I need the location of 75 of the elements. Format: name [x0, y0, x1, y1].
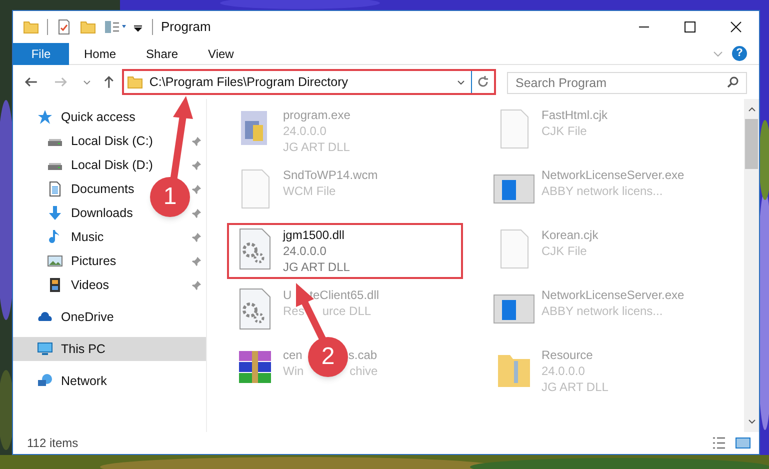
- pin-icon[interactable]: [191, 136, 202, 146]
- file-detail: urce DLL: [322, 303, 372, 319]
- file-detail: 24.0.0.0: [283, 243, 326, 259]
- file-name: NetworkLicenseServer.exe: [542, 287, 684, 303]
- star-icon: [37, 109, 53, 125]
- details-view-icon[interactable]: [711, 435, 727, 451]
- new-folder-icon: [80, 19, 96, 35]
- scrollbar-thumb[interactable]: [745, 119, 758, 169]
- sidebar-item[interactable]: Quick access: [37, 108, 136, 126]
- file-name: U: [283, 287, 292, 303]
- pin-icon[interactable]: [191, 232, 202, 242]
- pin-icon[interactable]: [191, 208, 202, 218]
- file-detail: 24.0.0.0: [283, 123, 326, 139]
- search-field[interactable]: Search Program: [506, 72, 747, 94]
- file-name: FastHtml.cjk: [542, 107, 608, 123]
- file-detail: ABBY network licens...: [542, 183, 663, 199]
- pin-icon[interactable]: [191, 160, 202, 170]
- file-name: Resource: [542, 347, 593, 363]
- sidebar-item[interactable]: Local Disk (C:): [47, 132, 153, 150]
- file-detail: chive: [350, 363, 378, 379]
- large-icons-view-icon[interactable]: [735, 435, 751, 451]
- ribbon-tab[interactable]: File: [13, 42, 69, 64]
- picture-icon: [47, 253, 63, 269]
- sidebar-item[interactable]: Music: [47, 228, 104, 246]
- item-count: 112 items: [27, 435, 78, 452]
- file-name: program.exe: [283, 107, 350, 123]
- sidebar-item[interactable]: Pictures: [47, 252, 116, 270]
- scrollbar[interactable]: [744, 99, 759, 432]
- file-detail: CJK File: [542, 243, 587, 259]
- ribbon-tab[interactable]: View: [193, 42, 249, 64]
- selected-file-item[interactable]: jgm1500.dll 24.0.0.0 JG ART DLL: [227, 223, 463, 279]
- document-icon: [47, 181, 63, 197]
- network-icon: [37, 373, 53, 389]
- file-name: jgm1500.dll: [283, 227, 344, 243]
- file-detail: CJK File: [542, 123, 587, 139]
- sidebar-item[interactable]: This PC: [13, 337, 206, 361]
- file-name: cen: [283, 347, 302, 363]
- film-icon: [47, 277, 63, 293]
- file-detail: ABBY network licens...: [542, 303, 663, 319]
- pin-icon[interactable]: [191, 256, 202, 266]
- help-button[interactable]: ?: [732, 46, 747, 61]
- file-detail: WCM File: [283, 183, 336, 199]
- file-detail: Win: [283, 363, 304, 379]
- sidebar-item[interactable]: OneDrive: [37, 308, 114, 326]
- pin-icon[interactable]: [191, 184, 202, 194]
- sidebar-item[interactable]: Network: [37, 372, 107, 390]
- file-name: SndToWP14.wcm: [283, 167, 378, 183]
- pin-icon[interactable]: [191, 280, 202, 290]
- properties-icon[interactable]: [56, 19, 72, 35]
- sidebar-item[interactable]: Local Disk (D:): [47, 156, 153, 174]
- file-name: NetworkLicenseServer.exe: [542, 167, 684, 183]
- file-name: s.cab: [348, 347, 378, 363]
- sidebar-item[interactable]: Videos: [47, 276, 109, 294]
- sidebar-item[interactable]: Documents: [47, 180, 134, 198]
- file-detail: JG ART DLL: [283, 259, 350, 275]
- file-detail: JG ART DLL: [542, 379, 608, 395]
- file-detail: JG ART DLL: [283, 139, 350, 155]
- file-name: teClient65.dll: [310, 287, 380, 303]
- maximize-icon: [684, 21, 696, 33]
- folder-icon: [127, 74, 144, 90]
- sidebar-item[interactable]: Downloads: [47, 204, 133, 222]
- close-icon: [730, 21, 742, 33]
- download-icon: [47, 205, 63, 221]
- window-title: Program: [161, 18, 211, 36]
- search-icon[interactable]: [726, 76, 739, 88]
- monitor-icon: [37, 341, 53, 357]
- file-name: Korean.cjk: [542, 227, 598, 243]
- view-options-icon[interactable]: [104, 19, 128, 35]
- address-path: C:\Program Files\Program Directory: [149, 74, 350, 91]
- ribbon-tab[interactable]: Share: [131, 42, 194, 64]
- file-detail: Res: [283, 303, 304, 319]
- file-detail: 24.0.0.0: [542, 363, 585, 379]
- folder-icon: [23, 19, 39, 35]
- address-bar[interactable]: C:\Program Files\Program Directory: [122, 69, 496, 95]
- ribbon-tab[interactable]: Home: [69, 42, 132, 64]
